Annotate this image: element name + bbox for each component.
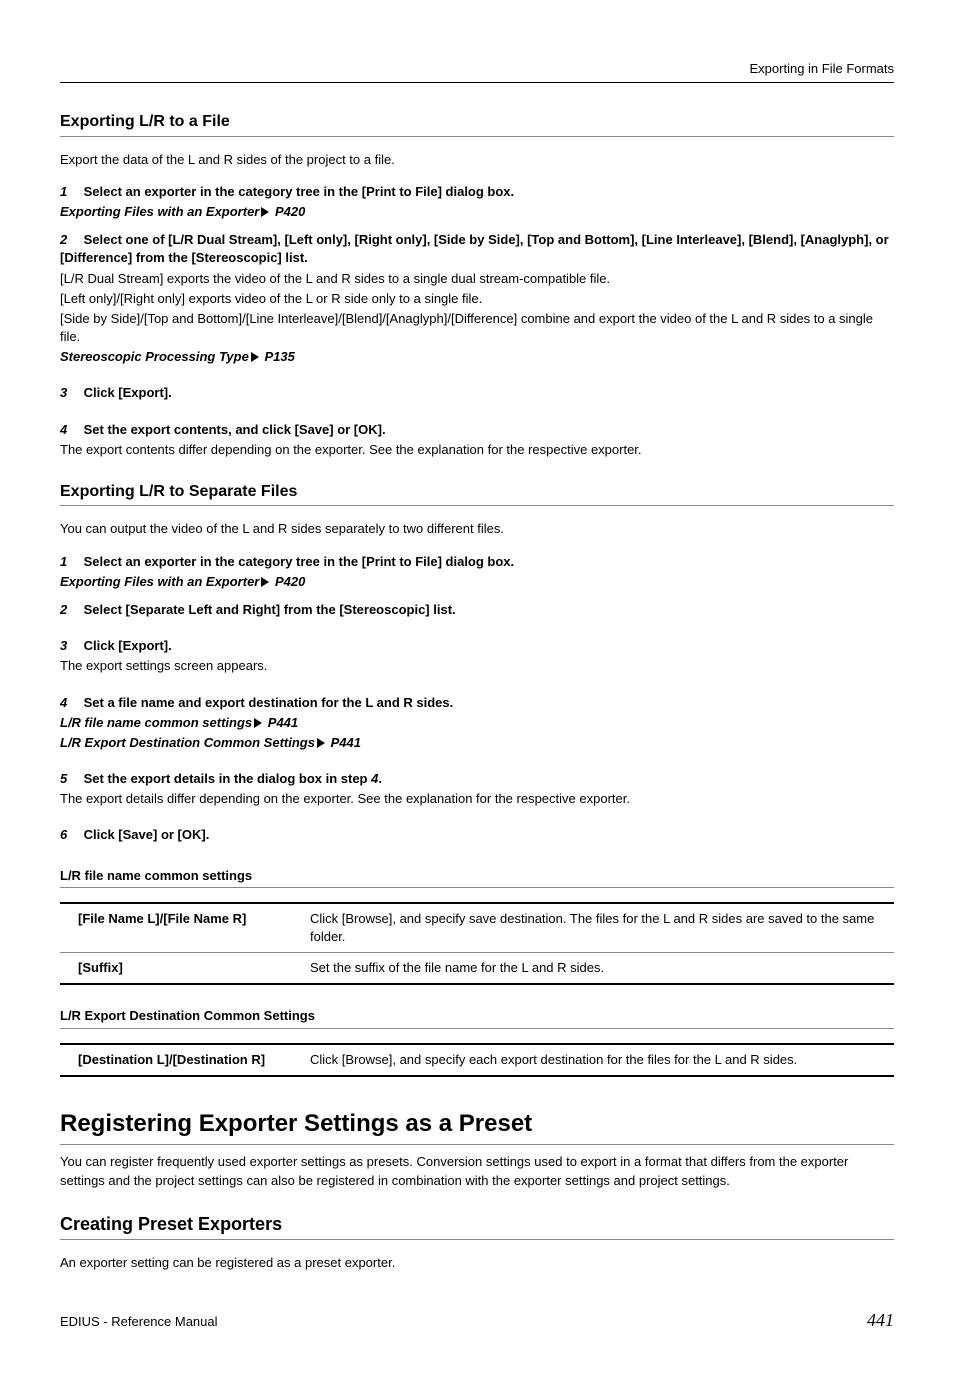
subheading-lr-filename-settings: L/R file name common settings (60, 867, 894, 888)
xref-page: P135 (264, 349, 294, 364)
step-instruction: Set the export details in the dialog box… (84, 771, 382, 786)
table-row: [File Name L]/[File Name R] Click [Brows… (60, 903, 894, 953)
step-instruction: Click [Export]. (84, 638, 172, 653)
step-6: 6 Click [Save] or [OK]. (60, 826, 894, 844)
step-instruction: Set a file name and export destination f… (84, 695, 454, 710)
step-2: 2 Select one of [L/R Dual Stream], [Left… (60, 231, 894, 267)
step-number: 1 (60, 183, 80, 201)
body-text: [Side by Side]/[Top and Bottom]/[Line In… (60, 310, 894, 346)
xref-page: P441 (268, 715, 298, 730)
intro-text: You can output the video of the L and R … (60, 520, 894, 538)
xref-page: P420 (275, 204, 305, 219)
section-title-export-lr-separate: Exporting L/R to Separate Files (60, 481, 894, 506)
step-instruction: Select one of [L/R Dual Stream], [Left o… (60, 232, 889, 265)
table-lr-filename-settings: [File Name L]/[File Name R] Click [Brows… (60, 902, 894, 986)
step-number: 2 (60, 231, 80, 249)
step-1: 1 Select an exporter in the category tre… (60, 553, 894, 571)
step-number: 6 (60, 826, 80, 844)
step-2: 2 Select [Separate Left and Right] from … (60, 601, 894, 619)
section-title-export-lr-file: Exporting L/R to a File (60, 111, 894, 136)
setting-key: [Suffix] (60, 953, 300, 985)
step-instruction: Select [Separate Left and Right] from th… (84, 602, 456, 617)
step-number: 3 (60, 384, 80, 402)
body-text: [L/R Dual Stream] exports the video of t… (60, 270, 894, 288)
body-text: The export contents differ depending on … (60, 441, 894, 459)
step-number: 2 (60, 601, 80, 619)
xref-page: P420 (275, 574, 305, 589)
footer-left: EDIUS - Reference Manual (60, 1313, 218, 1331)
step-number: 4 (60, 694, 80, 712)
step-number: 3 (60, 637, 80, 655)
step-4: 4 Set the export contents, and click [Sa… (60, 421, 894, 439)
arrow-right-icon (261, 207, 269, 217)
xref-label: Stereoscopic Processing Type (60, 349, 249, 364)
page-number: 441 (867, 1308, 894, 1333)
step-5: 5 Set the export details in the dialog b… (60, 770, 894, 788)
cross-reference[interactable]: Exporting Files with an Exporter P420 (60, 203, 894, 221)
table-row: [Suffix] Set the suffix of the file name… (60, 953, 894, 985)
step-instruction: Click [Export]. (84, 385, 172, 400)
table-lr-export-dest: [Destination L]/[Destination R] Click [B… (60, 1043, 894, 1077)
section-title-register-preset: Registering Exporter Settings as a Prese… (60, 1107, 894, 1146)
body-text: [Left only]/[Right only] exports video o… (60, 290, 894, 308)
xref-page: P441 (331, 735, 361, 750)
xref-label: L/R Export Destination Common Settings (60, 735, 315, 750)
step-number: 5 (60, 770, 80, 788)
step-3: 3 Click [Export]. (60, 637, 894, 655)
setting-value: Click [Browse], and specify each export … (300, 1044, 894, 1076)
arrow-right-icon (261, 577, 269, 587)
body-text: The export settings screen appears. (60, 657, 894, 675)
arrow-right-icon (254, 718, 262, 728)
intro-text: Export the data of the L and R sides of … (60, 151, 894, 169)
setting-key: [Destination L]/[Destination R] (60, 1044, 300, 1076)
step-3: 3 Click [Export]. (60, 384, 894, 402)
section-title-creating-preset: Creating Preset Exporters (60, 1212, 894, 1240)
xref-label: L/R file name common settings (60, 715, 252, 730)
intro-text: You can register frequently used exporte… (60, 1153, 894, 1189)
cross-reference[interactable]: L/R Export Destination Common Settings P… (60, 734, 894, 752)
xref-label: Exporting Files with an Exporter (60, 204, 259, 219)
page-header-right: Exporting in File Formats (60, 60, 894, 83)
intro-text: An exporter setting can be registered as… (60, 1254, 894, 1272)
step-4: 4 Set a file name and export destination… (60, 694, 894, 712)
setting-value: Set the suffix of the file name for the … (300, 953, 894, 985)
xref-label: Exporting Files with an Exporter (60, 574, 259, 589)
arrow-right-icon (251, 352, 259, 362)
step-instruction: Click [Save] or [OK]. (84, 827, 210, 842)
cross-reference[interactable]: Exporting Files with an Exporter P420 (60, 573, 894, 591)
setting-key: [File Name L]/[File Name R] (60, 903, 300, 953)
cross-reference[interactable]: Stereoscopic Processing Type P135 (60, 348, 894, 366)
step-number: 1 (60, 553, 80, 571)
step-instruction: Select an exporter in the category tree … (84, 554, 515, 569)
step-instruction: Set the export contents, and click [Save… (84, 422, 386, 437)
step-number: 4 (60, 421, 80, 439)
step-instruction: Select an exporter in the category tree … (84, 184, 515, 199)
cross-reference[interactable]: L/R file name common settings P441 (60, 714, 894, 732)
arrow-right-icon (317, 738, 325, 748)
setting-value: Click [Browse], and specify save destina… (300, 903, 894, 953)
step-1: 1 Select an exporter in the category tre… (60, 183, 894, 201)
body-text: The export details differ depending on t… (60, 790, 894, 808)
subheading-lr-export-dest: L/R Export Destination Common Settings (60, 1007, 894, 1028)
page-footer: EDIUS - Reference Manual 441 (60, 1308, 894, 1333)
table-row: [Destination L]/[Destination R] Click [B… (60, 1044, 894, 1076)
